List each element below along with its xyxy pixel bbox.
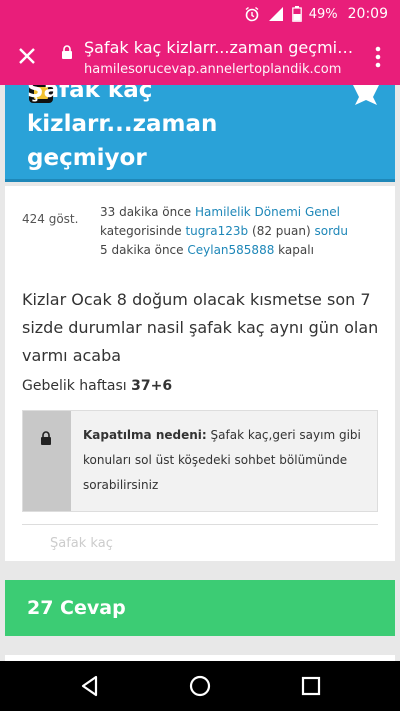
closed-notice-sidebar xyxy=(23,411,71,511)
browser-page-title: Şafak kaç kizlarr...zaman geçmiyor xyxy=(84,38,354,57)
closed-reason: Kapatılma nedeni: Şafak kaç,geri sayım g… xyxy=(83,423,373,498)
clock: 20:09 xyxy=(347,6,388,22)
battery-icon xyxy=(291,6,302,22)
favorite-star-icon[interactable] xyxy=(351,85,381,105)
pregnancy-label: Gebelik haftası xyxy=(22,378,127,394)
navigation-bar xyxy=(0,661,400,711)
asked-time: 33 dakika önce xyxy=(100,205,192,219)
browser-menu-button[interactable] xyxy=(370,44,386,70)
closed-reason-label: Kapatılma nedeni: xyxy=(83,428,207,442)
pregnancy-value: 37+6 xyxy=(131,378,173,394)
alarm-icon xyxy=(244,6,260,22)
status-bar: 49% 20:09 xyxy=(0,0,400,28)
recents-icon[interactable] xyxy=(298,673,324,699)
battery-percent: 49% xyxy=(308,6,338,22)
close-tab-button[interactable] xyxy=(16,45,38,67)
question-body: Kizlar Ocak 8 doğum olacak kısmetse son … xyxy=(22,290,379,365)
closed-time: 5 dakika önce xyxy=(100,243,184,257)
secure-lock-icon xyxy=(60,44,74,59)
category-link[interactable]: Hamilelik Dönemi Genel xyxy=(195,205,340,219)
home-icon[interactable] xyxy=(187,673,213,699)
question-header: Şafak kaç kizlarr...zaman geçmiyor xyxy=(5,85,395,182)
view-count: 424 göst. xyxy=(22,212,79,226)
signal-icon xyxy=(267,6,285,22)
question-meta: 33 dakika önce Hamilelik Dönemi Genel ka… xyxy=(100,203,348,260)
answers-header[interactable]: 27 Cevap xyxy=(5,580,395,636)
browser-url[interactable]: hamilesorucevap.annelertoplandik.com xyxy=(84,62,341,77)
back-icon[interactable] xyxy=(77,673,103,699)
question-card: 424 göst. 33 dakika önce Hamilelik Dönem… xyxy=(5,186,395,561)
category-suffix: kategorisinde xyxy=(100,224,182,238)
closer-link[interactable]: Ceylan585888 xyxy=(187,243,274,257)
lock-icon xyxy=(40,430,52,445)
asker-points: (82 puan) xyxy=(252,224,311,238)
closed-notice: Kapatılma nedeni: Şafak kaç,geri sayım g… xyxy=(22,410,378,512)
question-title: Şafak kaç kizlarr...zaman geçmiyor xyxy=(27,85,218,171)
asker-link[interactable]: tugra123b xyxy=(185,224,248,238)
divider xyxy=(22,524,378,525)
closed-label: kapalı xyxy=(278,243,314,257)
asked-link[interactable]: sordu xyxy=(314,224,348,238)
pregnancy-week: Gebelik haftası 37+6 xyxy=(22,378,172,394)
browser-toolbar: Şafak kaç kizlarr...zaman geçmiyor hamil… xyxy=(0,28,400,85)
ghost-text: Şafak kaç xyxy=(50,536,113,551)
